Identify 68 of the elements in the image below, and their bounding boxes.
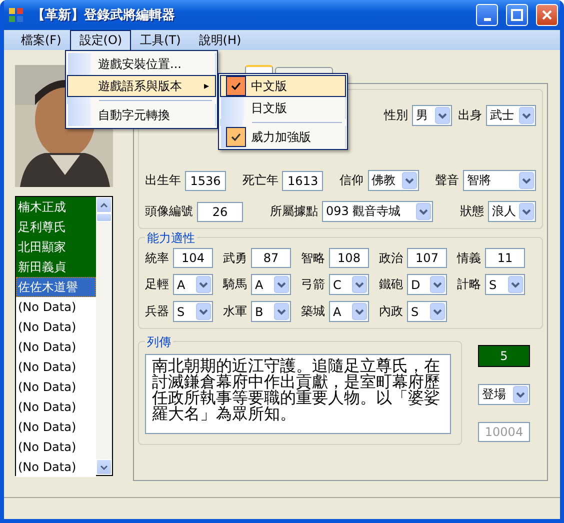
select-field[interactable]: 男 (412, 104, 452, 126)
field-label: 築城 (301, 303, 325, 320)
menu-entry[interactable]: 遊戲安裝位置... (67, 53, 216, 75)
menu-item[interactable]: 設定(O) (70, 30, 132, 50)
list-item[interactable]: 佐佐木道譽 (16, 277, 96, 297)
select-field[interactable]: S (407, 301, 447, 322)
menu-item[interactable]: 檔案(F) (12, 30, 70, 50)
group-title: 列傳 (145, 334, 173, 351)
select-field[interactable]: A (251, 274, 291, 295)
text-field[interactable]: 26 (197, 202, 243, 222)
field-label: 出身 (458, 106, 482, 124)
select-field[interactable]: 智將 (462, 170, 536, 191)
menu-entry[interactable]: 遊戲語系與版本 ▸ (67, 75, 216, 97)
field-label: 足輕 (145, 276, 169, 293)
field-label: 武勇 (223, 250, 247, 266)
select-field[interactable]: B (251, 301, 291, 322)
group-title: 能力適性 (145, 230, 197, 247)
select-field[interactable]: D (407, 274, 447, 295)
field-label: 內政 (379, 303, 403, 320)
text-field[interactable]: 108 (329, 248, 369, 268)
text-field[interactable]: 1536 (185, 170, 226, 190)
select-field[interactable]: 佛教 (368, 170, 419, 191)
select-field[interactable]: A (173, 274, 213, 295)
field-label: 情義 (457, 250, 481, 266)
list-item[interactable]: 楠木正成 (16, 197, 96, 217)
text-field[interactable]: 11 (485, 248, 525, 268)
select-field[interactable]: S (173, 301, 213, 322)
field-label: 狀態 (460, 203, 484, 220)
select-field[interactable]: A (329, 301, 369, 322)
count-display: 5 (478, 345, 530, 367)
field-label: 政治 (379, 250, 403, 266)
field-label: 聲音 (434, 172, 459, 189)
field-label: 水軍 (223, 303, 247, 320)
field-label: 鐵砲 (379, 276, 403, 293)
window-title: 【革新】登錄武將編輯器 (32, 6, 176, 24)
list-item[interactable]: 北田顯家 (16, 237, 96, 257)
select-field[interactable]: S (485, 274, 525, 295)
menu-item[interactable]: 工具(T) (131, 30, 190, 50)
menu-entry[interactable]: 中文版 (220, 75, 346, 97)
menu-entry[interactable]: 日文版 (220, 97, 346, 119)
field-label: 弓箭 (301, 276, 325, 293)
select-field[interactable]: 浪人 (488, 201, 536, 222)
text-field[interactable]: 107 (407, 248, 447, 268)
field-label: 統率 (145, 250, 169, 266)
appearance-select[interactable]: 登場 (478, 384, 530, 405)
list-item[interactable]: 足利尊氏 (16, 217, 96, 237)
field-label: 兵器 (145, 303, 169, 320)
field-label: 信仰 (340, 172, 364, 189)
field-label: 性別 (384, 106, 408, 124)
menu-entry[interactable]: 自動字元轉換 (67, 104, 216, 126)
text-field[interactable]: 1613 (282, 170, 324, 190)
menu-item[interactable]: 說明(H) (190, 30, 250, 50)
list-item[interactable]: 新田義貞 (16, 257, 96, 277)
select-field[interactable]: 093 觀音寺城 (322, 201, 433, 222)
field-label: 頭像編號 (145, 203, 193, 220)
biography-text[interactable]: 南北朝期的近江守護。追隨足立尊氏，在討滅鎌倉幕府中作出貢獻，是室町幕府歷任政所執事等要職的重要人物。以「婆娑羅大名」為眾所知。 (145, 354, 451, 434)
text-field[interactable]: 87 (251, 248, 291, 268)
select-field[interactable]: C (329, 274, 369, 295)
text-field[interactable]: 104 (173, 248, 213, 268)
field-label: 所屬據點 (270, 203, 318, 220)
field-label: 死亡年 (242, 172, 278, 189)
menu-entry[interactable]: 威力加強版 (220, 126, 346, 148)
field-label: 計略 (457, 276, 481, 293)
select-field[interactable]: 武士 (486, 104, 536, 126)
field-label: 出生年 (145, 172, 181, 189)
id-field: 10004 (478, 422, 530, 442)
field-label: 智略 (301, 250, 325, 266)
field-label: 騎馬 (223, 276, 247, 293)
